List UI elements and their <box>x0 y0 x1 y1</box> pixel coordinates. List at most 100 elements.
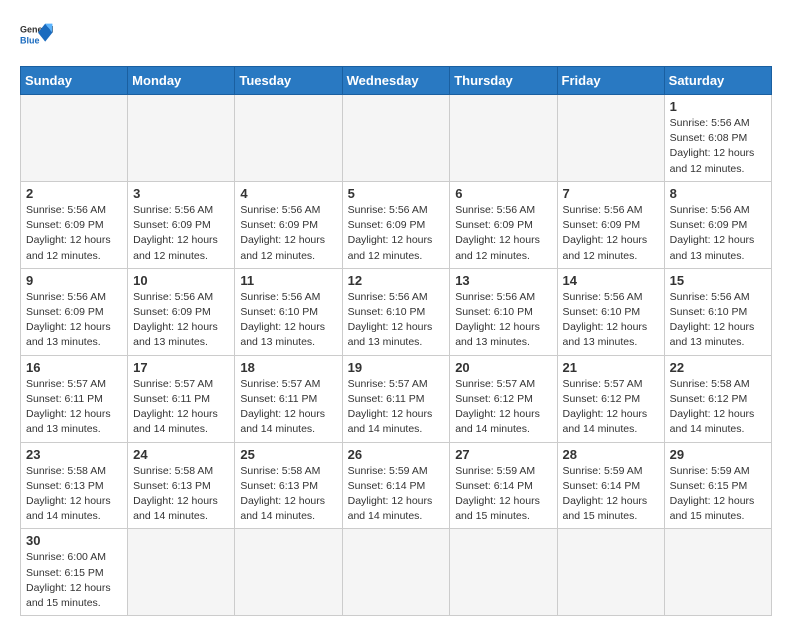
calendar-cell <box>128 529 235 616</box>
logo-icon: GeneralBlue <box>20 20 56 56</box>
day-number: 5 <box>348 186 445 201</box>
calendar-cell: 21 Sunrise: 5:57 AM Sunset: 6:12 PM Dayli… <box>557 355 664 442</box>
day-info: Sunrise: 5:56 AM Sunset: 6:09 PM Dayligh… <box>455 203 551 264</box>
calendar-header-wednesday: Wednesday <box>342 67 450 95</box>
calendar-cell: 14 Sunrise: 5:56 AM Sunset: 6:10 PM Dayli… <box>557 268 664 355</box>
day-number: 27 <box>455 447 551 462</box>
day-info: Sunrise: 5:57 AM Sunset: 6:11 PM Dayligh… <box>26 377 122 438</box>
day-info: Sunrise: 5:57 AM Sunset: 6:11 PM Dayligh… <box>240 377 336 438</box>
calendar-cell: 2Sunrise: 5:56 AM Sunset: 6:09 PM Daylig… <box>21 181 128 268</box>
day-info: Sunrise: 5:56 AM Sunset: 6:09 PM Dayligh… <box>26 290 122 351</box>
day-number: 4 <box>240 186 336 201</box>
calendar-header-tuesday: Tuesday <box>235 67 342 95</box>
calendar-cell <box>342 95 450 182</box>
calendar-cell: 6 Sunrise: 5:56 AM Sunset: 6:09 PM Daylig… <box>450 181 557 268</box>
day-number: 24 <box>133 447 229 462</box>
day-info: Sunrise: 5:59 AM Sunset: 6:14 PM Dayligh… <box>455 464 551 525</box>
calendar-cell: 18 Sunrise: 5:57 AM Sunset: 6:11 PM Dayli… <box>235 355 342 442</box>
calendar-cell: 17Sunrise: 5:57 AM Sunset: 6:11 PM Dayli… <box>128 355 235 442</box>
calendar-cell <box>235 95 342 182</box>
calendar-week-row: 23 Sunrise: 5:58 AM Sunset: 6:13 PM Dayli… <box>21 442 772 529</box>
day-info: Sunrise: 5:56 AM Sunset: 6:09 PM Dayligh… <box>240 203 336 264</box>
calendar-cell: 1 Sunrise: 5:56 AM Sunset: 6:08 PM Daylig… <box>664 95 771 182</box>
day-info: Sunrise: 5:56 AM Sunset: 6:08 PM Dayligh… <box>670 116 766 177</box>
day-number: 15 <box>670 273 766 288</box>
day-number: 14 <box>563 273 659 288</box>
calendar-cell: 28Sunrise: 5:59 AM Sunset: 6:14 PM Dayli… <box>557 442 664 529</box>
calendar-header-friday: Friday <box>557 67 664 95</box>
day-info: Sunrise: 5:57 AM Sunset: 6:12 PM Dayligh… <box>455 377 551 438</box>
day-info: Sunrise: 5:57 AM Sunset: 6:11 PM Dayligh… <box>133 377 229 438</box>
calendar-cell <box>342 529 450 616</box>
calendar-cell: 9 Sunrise: 5:56 AM Sunset: 6:09 PM Daylig… <box>21 268 128 355</box>
day-number: 12 <box>348 273 445 288</box>
calendar-cell: 4 Sunrise: 5:56 AM Sunset: 6:09 PM Daylig… <box>235 181 342 268</box>
day-number: 6 <box>455 186 551 201</box>
day-info: Sunrise: 5:56 AM Sunset: 6:10 PM Dayligh… <box>348 290 445 351</box>
logo: GeneralBlue <box>20 20 56 56</box>
calendar-cell: 19Sunrise: 5:57 AM Sunset: 6:11 PM Dayli… <box>342 355 450 442</box>
calendar-cell: 5 Sunrise: 5:56 AM Sunset: 6:09 PM Daylig… <box>342 181 450 268</box>
day-number: 13 <box>455 273 551 288</box>
day-info: Sunrise: 5:57 AM Sunset: 6:12 PM Dayligh… <box>563 377 659 438</box>
day-number: 19 <box>348 360 445 375</box>
day-info: Sunrise: 5:56 AM Sunset: 6:09 PM Dayligh… <box>133 290 229 351</box>
day-number: 1 <box>670 99 766 114</box>
calendar-cell: 16 Sunrise: 5:57 AM Sunset: 6:11 PM Dayli… <box>21 355 128 442</box>
day-info: Sunrise: 5:56 AM Sunset: 6:10 PM Dayligh… <box>563 290 659 351</box>
calendar-cell: 13 Sunrise: 5:56 AM Sunset: 6:10 PM Dayli… <box>450 268 557 355</box>
calendar-cell <box>450 95 557 182</box>
day-number: 9 <box>26 273 122 288</box>
day-number: 22 <box>670 360 766 375</box>
svg-text:Blue: Blue <box>20 35 40 45</box>
calendar-cell: 20Sunrise: 5:57 AM Sunset: 6:12 PM Dayli… <box>450 355 557 442</box>
day-number: 21 <box>563 360 659 375</box>
calendar-cell: 23 Sunrise: 5:58 AM Sunset: 6:13 PM Dayli… <box>21 442 128 529</box>
calendar-cell: 25 Sunrise: 5:58 AM Sunset: 6:13 PM Dayli… <box>235 442 342 529</box>
day-number: 26 <box>348 447 445 462</box>
calendar-header-saturday: Saturday <box>664 67 771 95</box>
calendar-cell <box>235 529 342 616</box>
day-number: 3 <box>133 186 229 201</box>
calendar-week-row: 9 Sunrise: 5:56 AM Sunset: 6:09 PM Daylig… <box>21 268 772 355</box>
day-info: Sunrise: 5:58 AM Sunset: 6:13 PM Dayligh… <box>133 464 229 525</box>
calendar-cell <box>664 529 771 616</box>
calendar-cell: 24 Sunrise: 5:58 AM Sunset: 6:13 PM Dayli… <box>128 442 235 529</box>
day-info: Sunrise: 5:56 AM Sunset: 6:10 PM Dayligh… <box>240 290 336 351</box>
calendar-week-row: 2 Sunrise: 5:56 AM Sunset: 6:09 PM Daylig… <box>21 181 772 268</box>
calendar-week-row: 16 Sunrise: 5:57 AM Sunset: 6:11 PM Dayli… <box>21 355 772 442</box>
day-number: 23 <box>26 447 122 462</box>
day-number: 29 <box>670 447 766 462</box>
calendar-cell <box>450 529 557 616</box>
calendar-cell: 27 Sunrise: 5:59 AM Sunset: 6:14 PM Dayli… <box>450 442 557 529</box>
calendar-cell <box>557 95 664 182</box>
calendar-cell: 10 Sunrise: 5:56 AM Sunset: 6:09 PM Dayli… <box>128 268 235 355</box>
day-number: 11 <box>240 273 336 288</box>
calendar-cell <box>557 529 664 616</box>
day-number: 18 <box>240 360 336 375</box>
day-number: 28 <box>563 447 659 462</box>
day-number: 10 <box>133 273 229 288</box>
calendar-cell: 29 Sunrise: 5:59 AM Sunset: 6:15 PM Dayli… <box>664 442 771 529</box>
day-info: Sunrise: 5:58 AM Sunset: 6:12 PM Dayligh… <box>670 377 766 438</box>
calendar-cell: 8Sunrise: 5:56 AM Sunset: 6:09 PM Daylig… <box>664 181 771 268</box>
day-info: Sunrise: 5:56 AM Sunset: 6:10 PM Dayligh… <box>455 290 551 351</box>
day-number: 2 <box>26 186 122 201</box>
day-number: 7 <box>563 186 659 201</box>
calendar-table: SundayMondayTuesdayWednesdayThursdayFrid… <box>20 66 772 616</box>
day-number: 25 <box>240 447 336 462</box>
day-info: Sunrise: 5:56 AM Sunset: 6:09 PM Dayligh… <box>348 203 445 264</box>
calendar-cell: 7 Sunrise: 5:56 AM Sunset: 6:09 PM Daylig… <box>557 181 664 268</box>
calendar-cell <box>128 95 235 182</box>
calendar-cell: 12 Sunrise: 5:56 AM Sunset: 6:10 PM Dayli… <box>342 268 450 355</box>
day-info: Sunrise: 5:58 AM Sunset: 6:13 PM Dayligh… <box>240 464 336 525</box>
day-number: 30 <box>26 533 122 548</box>
day-info: Sunrise: 5:56 AM Sunset: 6:10 PM Dayligh… <box>670 290 766 351</box>
day-info: Sunrise: 5:58 AM Sunset: 6:13 PM Dayligh… <box>26 464 122 525</box>
day-number: 16 <box>26 360 122 375</box>
day-info: Sunrise: 5:59 AM Sunset: 6:15 PM Dayligh… <box>670 464 766 525</box>
day-number: 8 <box>670 186 766 201</box>
calendar-week-row: 1 Sunrise: 5:56 AM Sunset: 6:08 PM Daylig… <box>21 95 772 182</box>
day-info: Sunrise: 5:56 AM Sunset: 6:09 PM Dayligh… <box>563 203 659 264</box>
calendar-cell: 3Sunrise: 5:56 AM Sunset: 6:09 PM Daylig… <box>128 181 235 268</box>
